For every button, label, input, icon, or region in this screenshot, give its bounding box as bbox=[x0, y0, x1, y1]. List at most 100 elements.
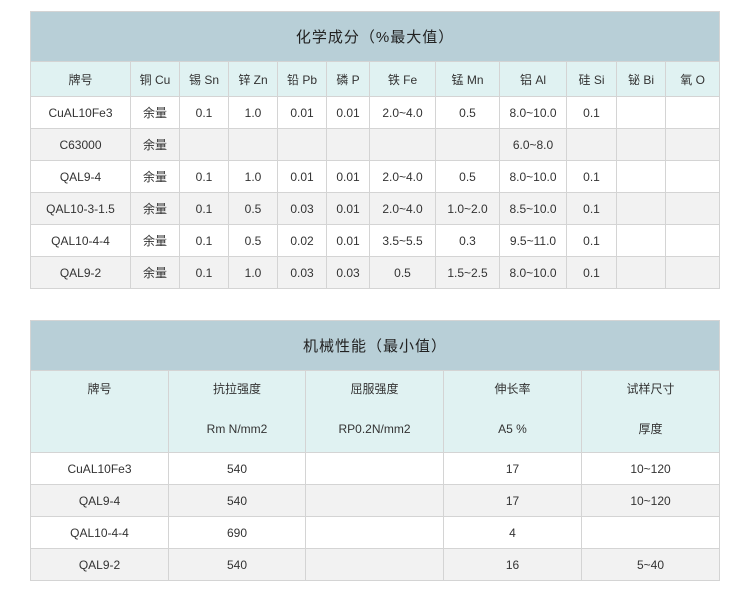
mechanical-properties-table: 机械性能（最小值） 牌号 抗拉强度 Rm N/mm2 屈服强度 RP0.2N/m… bbox=[29, 320, 721, 581]
table-cell: 余量 bbox=[130, 160, 180, 193]
table-cell bbox=[305, 548, 444, 581]
col-header-si: 硅 Si bbox=[566, 61, 617, 97]
table-cell: QAL10-4-4 bbox=[30, 516, 169, 549]
chem-header-row: 牌号 铜 Cu 锡 Sn 锌 Zn 铅 Pb 磷 P 铁 Fe 锰 Mn 铝 A… bbox=[30, 61, 721, 97]
table-cell: 10~120 bbox=[580, 484, 721, 517]
table-cell: 5~40 bbox=[580, 548, 721, 581]
col-header-al: 铝 Al bbox=[499, 61, 567, 97]
table-cell: 1.0~2.0 bbox=[435, 192, 500, 225]
col-header-cu: 铜 Cu bbox=[130, 61, 180, 97]
table-cell: CuAL10Fe3 bbox=[30, 96, 131, 129]
table-cell: QAL10-4-4 bbox=[30, 224, 131, 257]
table-cell: 0.1 bbox=[179, 224, 229, 257]
table-cell bbox=[664, 256, 721, 289]
table-cell: QAL10-3-1.5 bbox=[30, 192, 131, 225]
table-row: QAL10-3-1.5 余量 0.1 0.5 0.03 0.01 2.0~4.0… bbox=[30, 192, 721, 225]
table-cell: 540 bbox=[168, 452, 306, 485]
table-cell bbox=[326, 128, 370, 161]
table-cell: 0.01 bbox=[277, 96, 327, 129]
header-line2: RP0.2N/mm2 bbox=[338, 422, 411, 436]
header-line1: 伸长率 bbox=[494, 382, 531, 396]
table-cell: 0.5 bbox=[435, 160, 500, 193]
table-cell: 0.01 bbox=[326, 192, 370, 225]
table-cell: 0.1 bbox=[566, 256, 617, 289]
col-header-fe: 铁 Fe bbox=[369, 61, 436, 97]
mech-table-title: 机械性能（最小值） bbox=[29, 320, 721, 371]
table-cell: 余量 bbox=[130, 128, 180, 161]
table-cell bbox=[616, 128, 666, 161]
table-cell: 0.1 bbox=[179, 192, 229, 225]
col-header-tensile-strength: 抗拉强度 Rm N/mm2 bbox=[168, 370, 306, 453]
col-header-pb: 铅 Pb bbox=[277, 61, 327, 97]
table-cell: QAL9-4 bbox=[30, 160, 131, 193]
table-cell bbox=[369, 128, 436, 161]
table-cell bbox=[664, 192, 721, 225]
table-row: CuAL10Fe3 余量 0.1 1.0 0.01 0.01 2.0~4.0 0… bbox=[30, 96, 721, 129]
table-cell: 0.01 bbox=[326, 160, 370, 193]
table-cell: 0.1 bbox=[566, 224, 617, 257]
table-cell: 6.0~8.0 bbox=[499, 128, 567, 161]
table-cell: 余量 bbox=[130, 224, 180, 257]
table-cell: 0.1 bbox=[179, 96, 229, 129]
table-cell: QAL9-4 bbox=[30, 484, 169, 517]
table-cell: 540 bbox=[168, 548, 306, 581]
table-cell: 1.5~2.5 bbox=[435, 256, 500, 289]
col-header-bi: 铋 Bi bbox=[616, 61, 666, 97]
table-cell: 690 bbox=[168, 516, 306, 549]
table-cell: 0.02 bbox=[277, 224, 327, 257]
table-cell: 0.5 bbox=[369, 256, 436, 289]
table-row: QAL9-2 余量 0.1 1.0 0.03 0.03 0.5 1.5~2.5 … bbox=[30, 256, 721, 289]
header-line2: Rm N/mm2 bbox=[206, 422, 268, 436]
table-cell bbox=[580, 516, 721, 549]
table-cell bbox=[435, 128, 500, 161]
table-cell bbox=[664, 160, 721, 193]
col-header-specimen-size: 试样尺寸 厚度 bbox=[580, 370, 721, 453]
table-cell bbox=[616, 96, 666, 129]
table-cell bbox=[305, 484, 444, 517]
table-row: QAL9-4 540 17 10~120 bbox=[30, 484, 721, 517]
table-cell: 0.5 bbox=[228, 224, 278, 257]
table-cell: 8.0~10.0 bbox=[499, 256, 567, 289]
table-cell: 0.01 bbox=[277, 160, 327, 193]
table-cell bbox=[566, 128, 617, 161]
table-cell bbox=[616, 160, 666, 193]
mech-header-row: 牌号 抗拉强度 Rm N/mm2 屈服强度 RP0.2N/mm2 伸长率 A5 … bbox=[30, 370, 721, 453]
col-header-grade: 牌号 bbox=[30, 61, 131, 97]
table-cell: 0.5 bbox=[228, 192, 278, 225]
col-header-yield-strength: 屈服强度 RP0.2N/mm2 bbox=[305, 370, 444, 453]
table-cell: 3.5~5.5 bbox=[369, 224, 436, 257]
table-cell: 2.0~4.0 bbox=[369, 192, 436, 225]
table-cell: QAL9-2 bbox=[30, 548, 169, 581]
table-cell: 0.03 bbox=[326, 256, 370, 289]
header-line1: 试样尺寸 bbox=[626, 382, 675, 396]
table-row: QAL10-4-4 690 4 bbox=[30, 516, 721, 549]
col-header-grade: 牌号 bbox=[30, 370, 169, 453]
table-cell: 余量 bbox=[130, 96, 180, 129]
table-cell: 1.0 bbox=[228, 160, 278, 193]
table-cell: 4 bbox=[443, 516, 582, 549]
chemical-composition-table: 化学成分（%最大值） 牌号 铜 Cu 锡 Sn 锌 Zn 铅 Pb 磷 P 铁 … bbox=[29, 11, 721, 289]
table-row: QAL9-4 余量 0.1 1.0 0.01 0.01 2.0~4.0 0.5 … bbox=[30, 160, 721, 193]
col-header-p: 磷 P bbox=[326, 61, 370, 97]
table-cell: 10~120 bbox=[580, 452, 721, 485]
header-line1: 抗拉强度 bbox=[212, 382, 261, 396]
table-cell bbox=[664, 224, 721, 257]
table-cell bbox=[305, 452, 444, 485]
table-cell: 0.01 bbox=[326, 224, 370, 257]
col-header-zn: 锌 Zn bbox=[228, 61, 278, 97]
table-cell: 1.0 bbox=[228, 96, 278, 129]
table-cell: 0.3 bbox=[435, 224, 500, 257]
table-cell: 17 bbox=[443, 452, 582, 485]
table-row: C63000 余量 6.0~8.0 bbox=[30, 128, 721, 161]
table-cell: 9.5~11.0 bbox=[499, 224, 567, 257]
header-line2: A5 % bbox=[498, 422, 527, 436]
table-cell bbox=[228, 128, 278, 161]
table-cell: 1.0 bbox=[228, 256, 278, 289]
table-cell: 8.5~10.0 bbox=[499, 192, 567, 225]
table-cell: 0.01 bbox=[326, 96, 370, 129]
table-cell: QAL9-2 bbox=[30, 256, 131, 289]
table-cell: 0.1 bbox=[179, 256, 229, 289]
table-cell: 0.1 bbox=[566, 192, 617, 225]
table-cell: 0.1 bbox=[179, 160, 229, 193]
table-cell: C63000 bbox=[30, 128, 131, 161]
